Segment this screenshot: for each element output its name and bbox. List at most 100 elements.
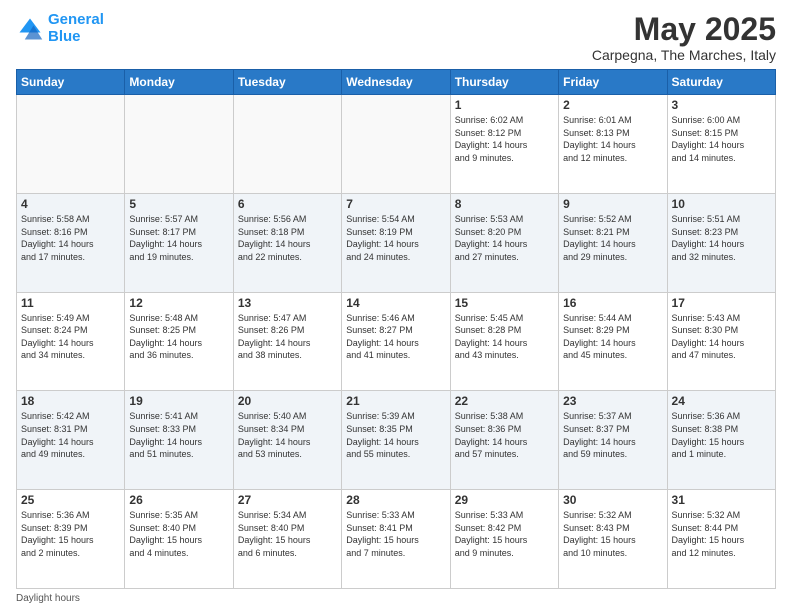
day-number: 7 (346, 197, 445, 211)
day-info: Sunrise: 5:43 AM Sunset: 8:30 PM Dayligh… (672, 312, 771, 362)
day-number: 9 (563, 197, 662, 211)
day-number: 8 (455, 197, 554, 211)
calendar-cell: 7 Sunrise: 5:54 AM Sunset: 8:19 PM Daylig… (342, 193, 450, 292)
logo-line1: General (48, 12, 104, 29)
calendar-cell: 24 Sunrise: 5:36 AM Sunset: 8:38 PM Dayli… (667, 391, 775, 490)
day-info: Sunrise: 5:36 AM Sunset: 8:38 PM Dayligh… (672, 410, 771, 460)
day-number: 1 (455, 98, 554, 112)
day-number: 3 (672, 98, 771, 112)
calendar-cell: 26 Sunrise: 5:35 AM Sunset: 8:40 PM Dayli… (125, 490, 233, 589)
day-info: Sunrise: 5:54 AM Sunset: 8:19 PM Dayligh… (346, 213, 445, 263)
col-header-monday: Monday (125, 70, 233, 95)
calendar-cell: 15 Sunrise: 5:45 AM Sunset: 8:28 PM Dayli… (450, 292, 558, 391)
day-info: Sunrise: 5:40 AM Sunset: 8:34 PM Dayligh… (238, 410, 337, 460)
day-number: 15 (455, 296, 554, 310)
logo-text: General Blue (48, 12, 104, 45)
day-number: 17 (672, 296, 771, 310)
col-header-tuesday: Tuesday (233, 70, 341, 95)
day-info: Sunrise: 5:41 AM Sunset: 8:33 PM Dayligh… (129, 410, 228, 460)
day-info: Sunrise: 5:32 AM Sunset: 8:43 PM Dayligh… (563, 509, 662, 559)
day-info: Sunrise: 5:49 AM Sunset: 8:24 PM Dayligh… (21, 312, 120, 362)
calendar-cell: 4 Sunrise: 5:58 AM Sunset: 8:16 PM Daylig… (17, 193, 125, 292)
calendar-cell: 25Sunrise: 5:36 AM Sunset: 8:39 PM Dayli… (17, 490, 125, 589)
calendar-cell: 11 Sunrise: 5:49 AM Sunset: 8:24 PM Dayli… (17, 292, 125, 391)
day-info: Sunrise: 5:44 AM Sunset: 8:29 PM Dayligh… (563, 312, 662, 362)
header: General Blue May 2025 Carpegna, The Marc… (16, 12, 776, 63)
logo: General Blue (16, 12, 104, 45)
day-number: 31 (672, 493, 771, 507)
logo-line2: Blue (48, 29, 104, 46)
day-info: Sunrise: 5:53 AM Sunset: 8:20 PM Dayligh… (455, 213, 554, 263)
day-number: 13 (238, 296, 337, 310)
day-info: Sunrise: 5:39 AM Sunset: 8:35 PM Dayligh… (346, 410, 445, 460)
day-number: 12 (129, 296, 228, 310)
day-info: Sunrise: 5:42 AM Sunset: 8:31 PM Dayligh… (21, 410, 120, 460)
footer-note: Daylight hours (16, 593, 776, 604)
day-info: Sunrise: 5:37 AM Sunset: 8:37 PM Dayligh… (563, 410, 662, 460)
col-header-wednesday: Wednesday (342, 70, 450, 95)
day-info: Sunrise: 5:48 AM Sunset: 8:25 PM Dayligh… (129, 312, 228, 362)
col-header-saturday: Saturday (667, 70, 775, 95)
calendar-cell: 13 Sunrise: 5:47 AM Sunset: 8:26 PM Dayli… (233, 292, 341, 391)
calendar-cell: 31Sunrise: 5:32 AM Sunset: 8:44 PM Dayli… (667, 490, 775, 589)
calendar-week-row: 25Sunrise: 5:36 AM Sunset: 8:39 PM Dayli… (17, 490, 776, 589)
calendar-cell: 17 Sunrise: 5:43 AM Sunset: 8:30 PM Dayli… (667, 292, 775, 391)
day-number: 21 (346, 394, 445, 408)
calendar-cell: 16Sunrise: 5:44 AM Sunset: 8:29 PM Dayli… (559, 292, 667, 391)
calendar-cell: 30 Sunrise: 5:32 AM Sunset: 8:43 PM Dayli… (559, 490, 667, 589)
calendar-cell: 3 Sunrise: 6:00 AM Sunset: 8:15 PM Daylig… (667, 95, 775, 194)
calendar-cell: 14Sunrise: 5:46 AM Sunset: 8:27 PM Dayli… (342, 292, 450, 391)
day-info: Sunrise: 5:58 AM Sunset: 8:16 PM Dayligh… (21, 213, 120, 263)
calendar-cell: 18 Sunrise: 5:42 AM Sunset: 8:31 PM Dayli… (17, 391, 125, 490)
day-info: Sunrise: 5:47 AM Sunset: 8:26 PM Dayligh… (238, 312, 337, 362)
day-info: Sunrise: 6:00 AM Sunset: 8:15 PM Dayligh… (672, 114, 771, 164)
calendar-cell (342, 95, 450, 194)
day-number: 25 (21, 493, 120, 507)
calendar-cell: 1Sunrise: 6:02 AM Sunset: 8:12 PM Daylig… (450, 95, 558, 194)
calendar-cell: 28Sunrise: 5:33 AM Sunset: 8:41 PM Dayli… (342, 490, 450, 589)
day-number: 24 (672, 394, 771, 408)
subtitle: Carpegna, The Marches, Italy (592, 47, 776, 63)
calendar-cell (125, 95, 233, 194)
day-number: 23 (563, 394, 662, 408)
calendar-cell: 9 Sunrise: 5:52 AM Sunset: 8:21 PM Daylig… (559, 193, 667, 292)
calendar-header-row: SundayMondayTuesdayWednesdayThursdayFrid… (17, 70, 776, 95)
day-number: 18 (21, 394, 120, 408)
calendar-cell: 22Sunrise: 5:38 AM Sunset: 8:36 PM Dayli… (450, 391, 558, 490)
calendar-cell: 12 Sunrise: 5:48 AM Sunset: 8:25 PM Dayli… (125, 292, 233, 391)
day-info: Sunrise: 5:52 AM Sunset: 8:21 PM Dayligh… (563, 213, 662, 263)
col-header-thursday: Thursday (450, 70, 558, 95)
calendar-week-row: 11 Sunrise: 5:49 AM Sunset: 8:24 PM Dayli… (17, 292, 776, 391)
calendar-cell: 21 Sunrise: 5:39 AM Sunset: 8:35 PM Dayli… (342, 391, 450, 490)
calendar-cell (17, 95, 125, 194)
title-block: May 2025 Carpegna, The Marches, Italy (592, 12, 776, 63)
day-info: Sunrise: 5:51 AM Sunset: 8:23 PM Dayligh… (672, 213, 771, 263)
logo-icon (16, 15, 44, 43)
day-number: 28 (346, 493, 445, 507)
day-number: 30 (563, 493, 662, 507)
calendar-cell: 29Sunrise: 5:33 AM Sunset: 8:42 PM Dayli… (450, 490, 558, 589)
day-number: 4 (21, 197, 120, 211)
calendar-week-row: 18 Sunrise: 5:42 AM Sunset: 8:31 PM Dayli… (17, 391, 776, 490)
day-number: 29 (455, 493, 554, 507)
day-info: Sunrise: 5:35 AM Sunset: 8:40 PM Dayligh… (129, 509, 228, 559)
calendar-cell (233, 95, 341, 194)
day-info: Sunrise: 5:34 AM Sunset: 8:40 PM Dayligh… (238, 509, 337, 559)
page: General Blue May 2025 Carpegna, The Marc… (0, 0, 792, 612)
day-info: Sunrise: 5:57 AM Sunset: 8:17 PM Dayligh… (129, 213, 228, 263)
main-title: May 2025 (592, 12, 776, 47)
day-info: Sunrise: 5:56 AM Sunset: 8:18 PM Dayligh… (238, 213, 337, 263)
day-number: 19 (129, 394, 228, 408)
day-number: 14 (346, 296, 445, 310)
day-number: 5 (129, 197, 228, 211)
calendar-cell: 6 Sunrise: 5:56 AM Sunset: 8:18 PM Daylig… (233, 193, 341, 292)
day-info: Sunrise: 6:01 AM Sunset: 8:13 PM Dayligh… (563, 114, 662, 164)
day-number: 6 (238, 197, 337, 211)
calendar-cell: 27Sunrise: 5:34 AM Sunset: 8:40 PM Dayli… (233, 490, 341, 589)
day-number: 10 (672, 197, 771, 211)
day-info: Sunrise: 5:45 AM Sunset: 8:28 PM Dayligh… (455, 312, 554, 362)
day-number: 11 (21, 296, 120, 310)
calendar-cell: 2Sunrise: 6:01 AM Sunset: 8:13 PM Daylig… (559, 95, 667, 194)
day-number: 26 (129, 493, 228, 507)
day-number: 22 (455, 394, 554, 408)
